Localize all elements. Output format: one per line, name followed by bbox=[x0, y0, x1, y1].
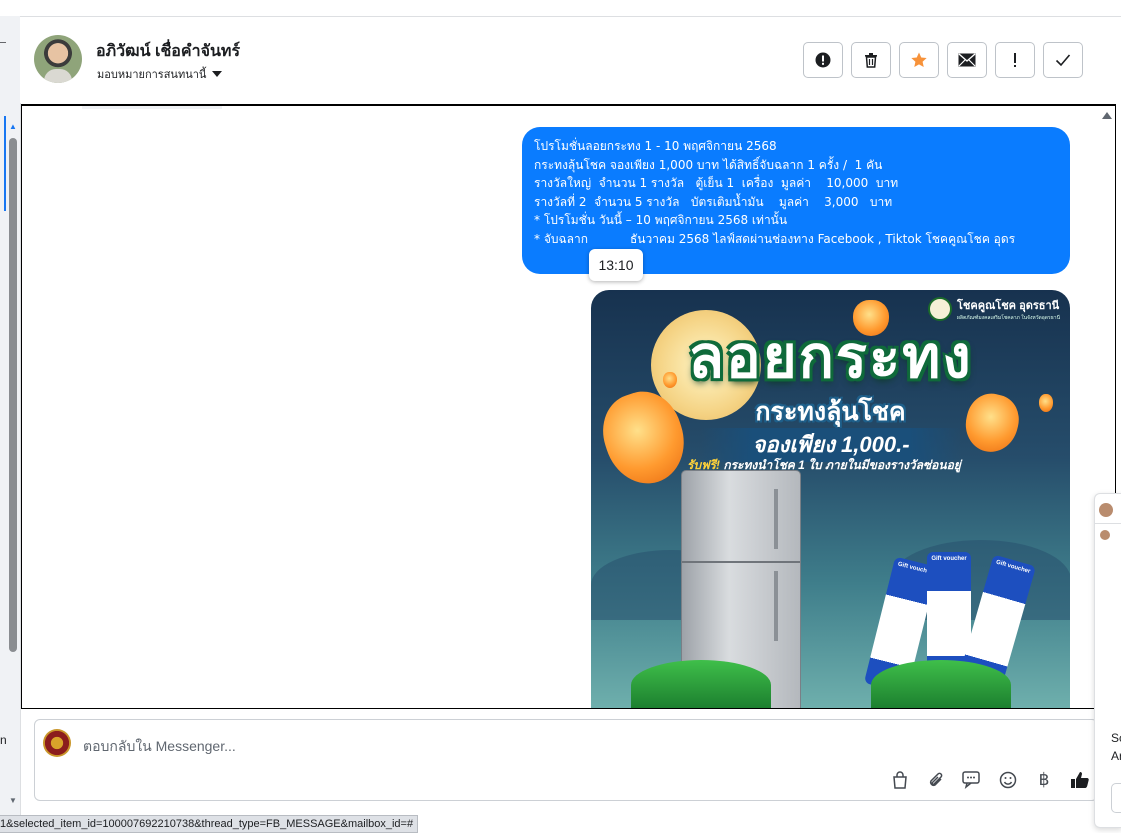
chat-avatar[interactable] bbox=[1099, 503, 1113, 517]
chat-bubbles-icon[interactable] bbox=[959, 768, 985, 792]
alert-icon bbox=[815, 52, 831, 68]
mark-unread-button[interactable] bbox=[947, 42, 987, 78]
message-line: รางวัลใหญ่ จำนวน 1 รางวัล ตู้เย็น 1 เครื… bbox=[534, 176, 899, 191]
left-scroll-up-icon[interactable]: ▲ bbox=[9, 122, 17, 131]
assign-conversation-dropdown[interactable]: มอบหมายการสนทนานี้ bbox=[97, 65, 223, 83]
thumbs-up-icon[interactable] bbox=[1067, 768, 1093, 792]
left-edge-letter: n bbox=[0, 733, 7, 747]
left-scroll-down-icon[interactable]: ▼ bbox=[9, 796, 17, 805]
header-ghost-tab bbox=[82, 106, 222, 109]
conversation-header: อภิวัฒน์ เชื่อคำจันทร์ มอบหมายการสนทนานี… bbox=[20, 17, 1115, 103]
chat-avatar[interactable] bbox=[1100, 530, 1110, 540]
panel-divider bbox=[1095, 523, 1121, 524]
message-time-tooltip: 13:10 bbox=[589, 249, 643, 281]
left-scrollbar-thumb[interactable] bbox=[9, 138, 17, 652]
promo-image-attachment[interactable]: โชคคูณโชค อุดรธานี ผลิตภัณฑ์มงคลเสริมโชค… bbox=[591, 290, 1070, 708]
contact-name[interactable]: อภิวัฒน์ เชื่อคำจันทร์ bbox=[96, 39, 240, 64]
star-button[interactable] bbox=[899, 42, 939, 78]
smiley-icon[interactable] bbox=[995, 768, 1021, 792]
header-actions bbox=[803, 42, 1083, 78]
contact-avatar[interactable] bbox=[34, 35, 82, 83]
conversation-scroll-up-icon[interactable] bbox=[1102, 112, 1112, 119]
page-avatar bbox=[43, 729, 71, 757]
krathong-leaves-graphic bbox=[631, 660, 771, 708]
message-line: กระทงลุ้นโชค จองเพียง 1,000 บาท ได้สิทธิ… bbox=[534, 157, 883, 172]
envelope-icon bbox=[958, 53, 976, 67]
assign-label: มอบหมายการสนทนานี้ bbox=[97, 69, 207, 81]
trash-icon bbox=[865, 53, 877, 68]
top-strip bbox=[0, 0, 1121, 17]
browser-status-url: 1&selected_item_id=100007692210738&threa… bbox=[0, 815, 419, 833]
star-icon bbox=[911, 52, 927, 68]
rail-active-marker bbox=[4, 116, 6, 211]
message-line: รางวัลที่ 2 จำนวน 5 รางวัล บัตรเติมน้ำมั… bbox=[534, 194, 893, 209]
reply-composer[interactable]: ตอบกลับใน Messenger... ฿ bbox=[34, 719, 1098, 801]
delete-button[interactable] bbox=[851, 42, 891, 78]
message-line: * จับฉลาก ธันวาคม 2568 ไลฟ์สดผ่านช่องทาง… bbox=[534, 231, 1016, 246]
caret-down-icon bbox=[212, 71, 223, 77]
promo-headline: ลอยกระทง bbox=[688, 323, 973, 391]
mark-spam-button[interactable] bbox=[803, 42, 843, 78]
mark-done-button[interactable] bbox=[1043, 42, 1083, 78]
message-line: โปรโมชั่นลอยกระทง 1 - 10 พฤศจิกายน 2568 bbox=[534, 139, 777, 153]
conversation-area[interactable]: โปรโมชั่นลอยกระทง 1 - 10 พฤศจิกายน 2568 … bbox=[21, 104, 1116, 709]
reply-input[interactable]: ตอบกลับใน Messenger... bbox=[83, 736, 236, 758]
rail-dash bbox=[0, 42, 6, 43]
panel-text: Sc Ar bbox=[1111, 731, 1121, 763]
floating-chat-panel[interactable]: Sc Ar bbox=[1094, 493, 1121, 828]
krathong-leaves-graphic bbox=[871, 660, 1011, 708]
follow-up-button[interactable] bbox=[995, 42, 1035, 78]
promo-subheadline: กระทงลุ้นโชค bbox=[755, 397, 906, 426]
shopping-bag-icon[interactable] bbox=[887, 768, 913, 792]
message-line: * โปรโมชั่น วันนี้ – 10 พฤศจิกายน 2568 เ… bbox=[534, 213, 788, 228]
baht-icon[interactable]: ฿ bbox=[1031, 768, 1057, 792]
panel-button[interactable] bbox=[1111, 783, 1121, 813]
check-icon bbox=[1055, 54, 1071, 67]
exclamation-icon bbox=[1014, 53, 1016, 67]
paperclip-icon[interactable] bbox=[923, 768, 949, 792]
composer-tools: ฿ bbox=[887, 768, 1093, 792]
